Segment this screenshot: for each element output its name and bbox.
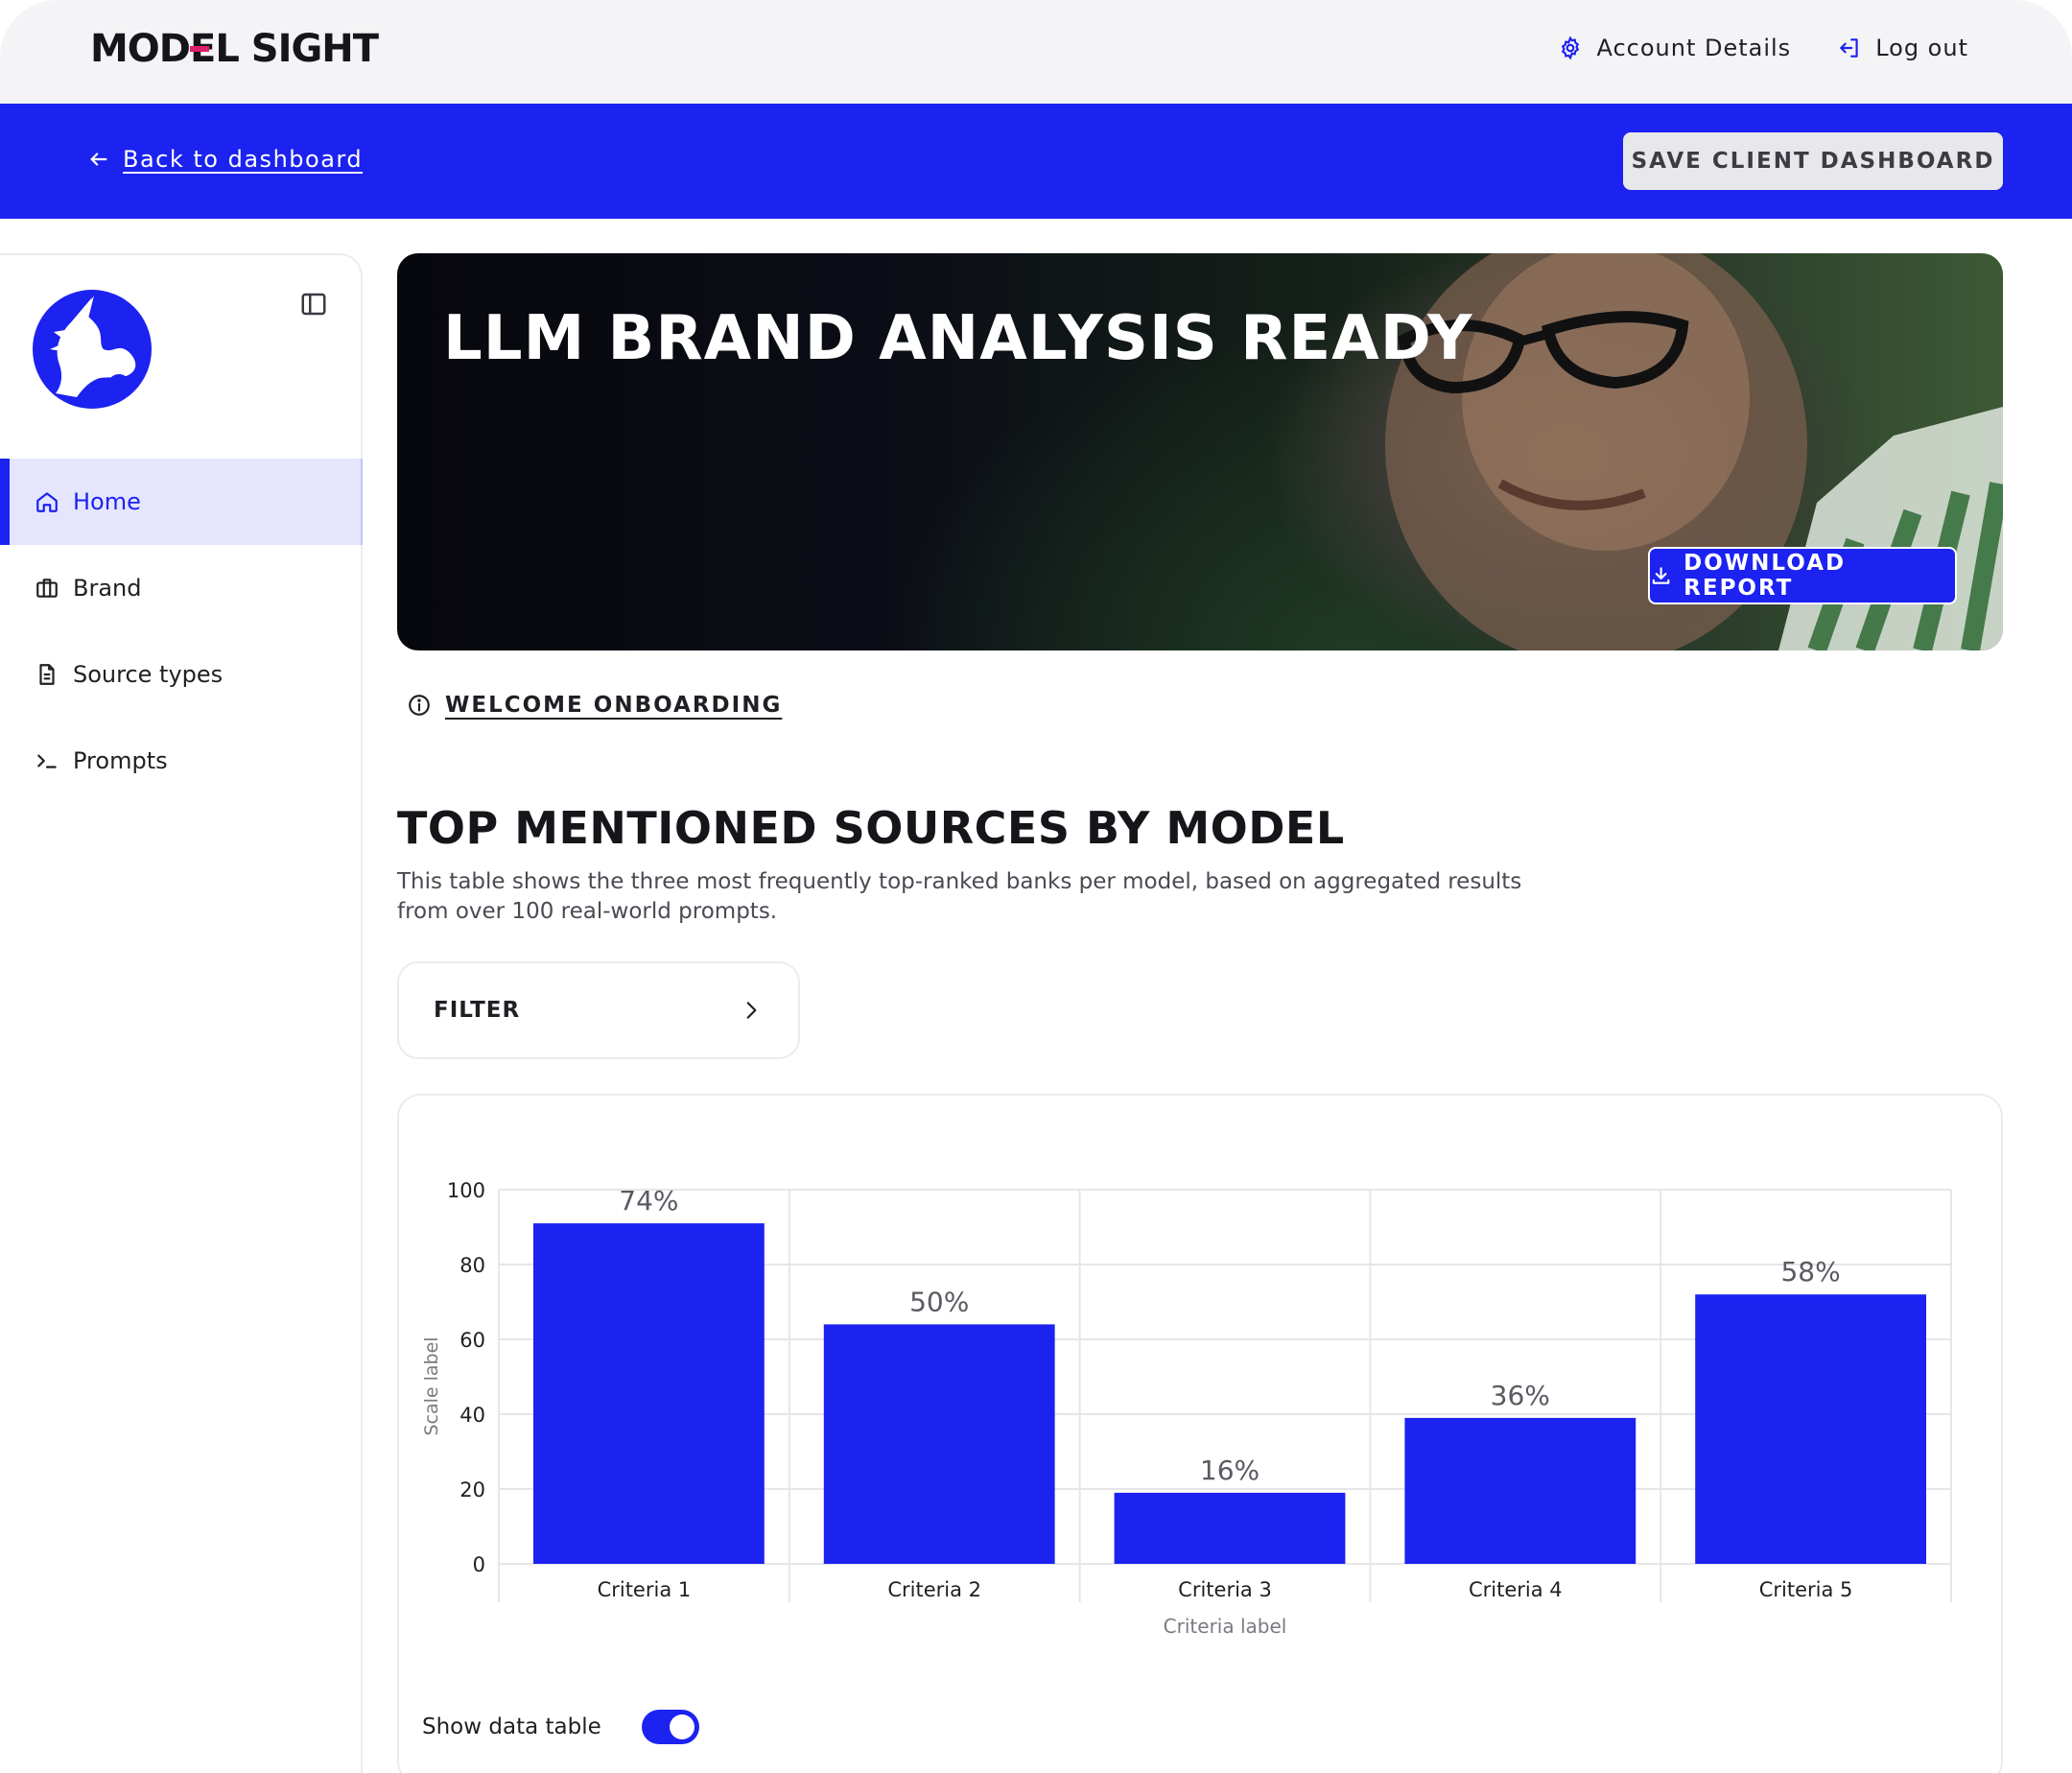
chevron-right-icon bbox=[746, 1002, 757, 1019]
account-details-label: Account Details bbox=[1596, 35, 1792, 61]
logout-label: Log out bbox=[1875, 35, 1968, 61]
bar-data-label: 50% bbox=[909, 1286, 969, 1317]
bar bbox=[533, 1223, 765, 1564]
bar-chart: 0 20 40 60 80 100 74% Criteria 1 50% Criteria 2 16… bbox=[421, 1179, 1952, 1638]
document-icon bbox=[39, 664, 55, 685]
download-report-label: DOWNLOAD REPORT bbox=[1684, 551, 1847, 601]
download-report-button[interactable]: DOWNLOAD REPORT bbox=[1648, 547, 1957, 604]
y-tick-label: 100 bbox=[447, 1179, 485, 1202]
bar-data-label: 58% bbox=[1780, 1256, 1840, 1288]
sidebar-item-label: Home bbox=[73, 488, 141, 515]
sidebar-item-label: Source types bbox=[73, 661, 224, 688]
hero-title: LLM BRAND ANALYSIS READY bbox=[443, 303, 1473, 374]
y-tick-label: 60 bbox=[459, 1329, 485, 1352]
bar bbox=[823, 1324, 1055, 1564]
logo: MODEL SIGHT bbox=[90, 27, 379, 71]
bar-data-label: 16% bbox=[1200, 1454, 1260, 1486]
action-band: Back to dashboard SAVE CLIENT DASHBOARD bbox=[0, 104, 2072, 219]
y-axis-label: Scale label bbox=[421, 1336, 442, 1435]
y-tick-label: 0 bbox=[473, 1553, 485, 1576]
sidebar-item-brand[interactable]: Brand bbox=[0, 545, 363, 631]
sidebar: Home Brand Source types Prompts bbox=[0, 253, 363, 1773]
sidebar-toggle-icon[interactable] bbox=[299, 290, 328, 319]
save-client-dashboard-button[interactable]: SAVE CLIENT DASHBOARD bbox=[1623, 132, 2003, 190]
logout-icon bbox=[1840, 38, 1858, 58]
home-icon bbox=[36, 492, 58, 512]
info-icon bbox=[409, 695, 430, 716]
y-tick-label: 40 bbox=[459, 1404, 485, 1427]
filter-button[interactable]: FILTER bbox=[397, 961, 800, 1059]
download-icon bbox=[1652, 567, 1670, 584]
unicorn-logo-icon bbox=[33, 290, 152, 409]
welcome-onboarding-label: WELCOME ONBOARDING bbox=[445, 693, 783, 718]
sidebar-item-home[interactable]: Home bbox=[0, 459, 363, 545]
top-nav: Account Details Log out bbox=[1558, 35, 1968, 61]
gear-icon bbox=[1562, 35, 1580, 60]
y-tick-label: 20 bbox=[459, 1478, 485, 1501]
top-bar: MODEL SIGHT Account Details Log out bbox=[0, 0, 2072, 104]
chart-card: 0 20 40 60 80 100 74% Criteria 1 50% Criteria 2 16… bbox=[397, 1094, 2003, 1773]
app-frame: MODEL SIGHT Account Details Log out Back… bbox=[0, 0, 2072, 1773]
filter-label: FILTER bbox=[434, 998, 521, 1023]
back-to-dashboard-link[interactable]: Back to dashboard bbox=[88, 146, 363, 173]
sidebar-item-label: Prompts bbox=[73, 747, 168, 774]
sidebar-item-source-types[interactable]: Source types bbox=[0, 631, 363, 718]
section-description: This table shows the three most frequent… bbox=[397, 869, 1522, 924]
sidebar-item-label: Brand bbox=[73, 575, 142, 602]
arrow-left-icon bbox=[90, 153, 107, 166]
sidebar-nav: Home Brand Source types Prompts bbox=[0, 459, 363, 804]
back-label: Back to dashboard bbox=[123, 146, 364, 173]
terminal-icon bbox=[37, 754, 57, 768]
x-tick-label: Criteria 4 bbox=[1469, 1578, 1563, 1601]
briefcase-icon bbox=[36, 579, 58, 598]
x-tick-label: Criteria 5 bbox=[1759, 1578, 1853, 1601]
section-title: TOP MENTIONED SOURCES BY MODEL bbox=[397, 802, 1345, 854]
hero-banner: LLM BRAND ANALYSIS READY DOWNLOAD REPORT bbox=[397, 253, 2003, 650]
x-tick-label: Criteria 2 bbox=[887, 1578, 981, 1601]
bar bbox=[1404, 1417, 1636, 1564]
show-data-table-label: Show data table bbox=[422, 1714, 601, 1739]
x-axis-label: Criteria label bbox=[1164, 1615, 1287, 1638]
x-tick-label: Criteria 1 bbox=[598, 1578, 692, 1601]
show-data-table-toggle[interactable] bbox=[641, 1710, 699, 1744]
bar-data-label: 36% bbox=[1491, 1380, 1550, 1411]
bar-data-label: 74% bbox=[619, 1185, 678, 1217]
bar bbox=[1695, 1294, 1926, 1564]
sidebar-item-prompts[interactable]: Prompts bbox=[0, 718, 363, 804]
x-tick-label: Criteria 3 bbox=[1178, 1578, 1272, 1601]
account-details-link[interactable]: Account Details bbox=[1558, 35, 1791, 61]
show-data-table-row: Show data table bbox=[422, 1710, 699, 1744]
y-tick-label: 80 bbox=[459, 1254, 485, 1277]
logout-link[interactable]: Log out bbox=[1837, 35, 1968, 61]
welcome-onboarding-link[interactable]: WELCOME ONBOARDING bbox=[407, 693, 782, 718]
bar bbox=[1114, 1492, 1346, 1564]
